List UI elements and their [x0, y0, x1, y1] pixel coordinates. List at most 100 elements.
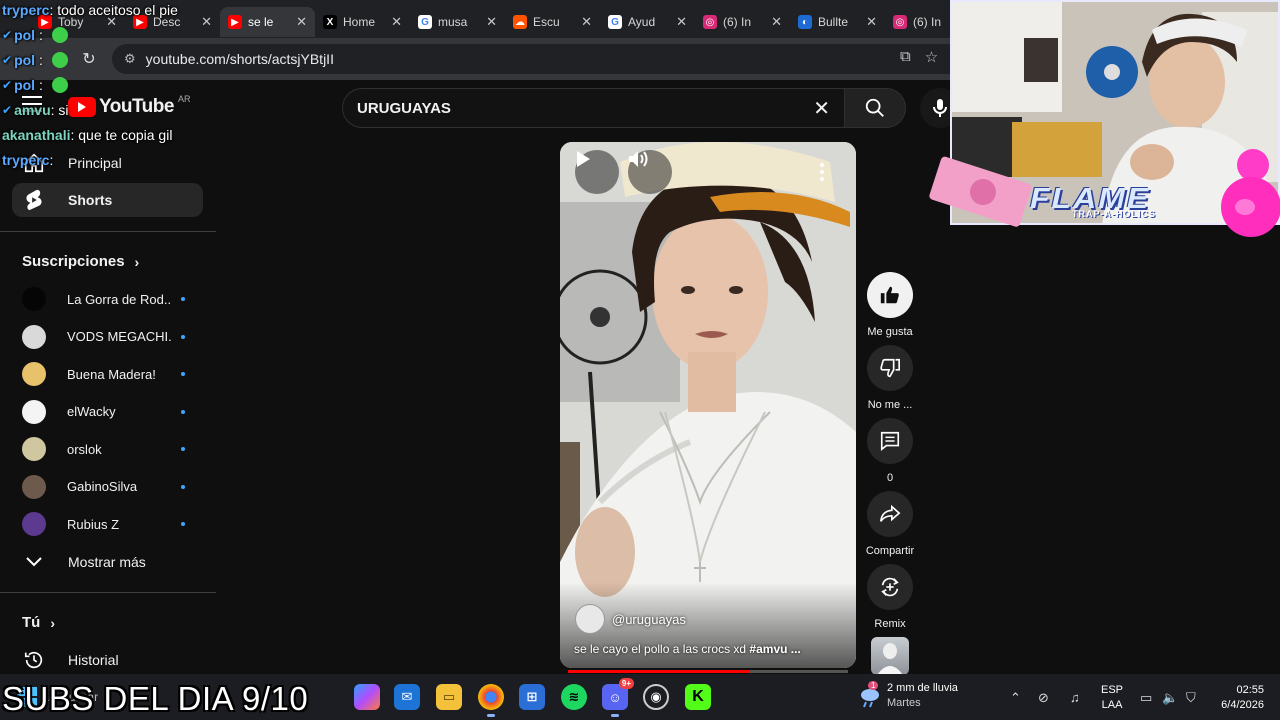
more-options-icon[interactable]	[815, 160, 829, 184]
subscription-item[interactable]: GabinoSilva	[22, 474, 192, 500]
new-content-dot	[181, 372, 185, 376]
channel-info[interactable]: @uruguayas	[575, 604, 686, 634]
youtube-wordmark: YouTube	[99, 96, 174, 117]
chat-text: :	[35, 52, 47, 68]
reload-icon[interactable]: ↻	[75, 45, 103, 73]
address-bar[interactable]: ⚙ youtube.com/shorts/actsjYBtjII	[112, 44, 962, 74]
subscriptions-heading[interactable]: Suscripciones ›	[22, 253, 139, 270]
chat-text: :	[49, 152, 54, 168]
comments-action[interactable]: 0	[862, 418, 918, 484]
channel-avatar[interactable]	[575, 604, 605, 634]
chat-emote-icon	[51, 27, 68, 43]
kick-icon[interactable]: K	[685, 684, 711, 710]
subscription-item[interactable]: elWacky	[22, 399, 192, 425]
display-icon[interactable]: ▭	[1140, 690, 1152, 706]
like-button[interactable]	[867, 272, 913, 318]
volume-tray-icon[interactable]: 🔈	[1162, 690, 1178, 706]
remix-action[interactable]: Remix	[862, 564, 918, 630]
bookmark-star-icon[interactable]: ☆	[925, 48, 938, 66]
show-more-label: Mostrar más	[68, 554, 146, 570]
video-progress-bar[interactable]	[568, 670, 848, 673]
new-content-dot	[181, 522, 185, 526]
file-explorer-icon[interactable]: ▭	[436, 684, 462, 710]
battery-saver-icon[interactable]: ⛉	[1186, 690, 1196, 706]
browser-tab[interactable]: X Home ✕	[315, 7, 410, 37]
tab-close-icon[interactable]: ✕	[296, 14, 307, 30]
chat-username: akanathali	[2, 127, 71, 143]
tab-close-icon[interactable]: ✕	[486, 14, 497, 30]
new-content-dot	[181, 334, 185, 339]
discord-icon[interactable]: ☺ 9+	[602, 678, 634, 717]
new-content-dot	[181, 447, 185, 451]
play-button[interactable]	[575, 150, 619, 194]
chat-message: ✔ amvu: si	[2, 102, 69, 118]
you-heading[interactable]: Tú ›	[22, 614, 55, 631]
remix-icon	[881, 577, 899, 597]
play-icon	[577, 151, 590, 167]
dislike-action[interactable]: No me ...	[862, 345, 918, 411]
search-button[interactable]	[844, 88, 906, 128]
language-code: ESP	[1101, 684, 1124, 696]
short-video-player[interactable]: @uruguayas se le cayo el pollo a las cro…	[560, 142, 856, 668]
subscription-item[interactable]: orslok	[22, 436, 192, 462]
tab-close-icon[interactable]: ✕	[581, 14, 592, 30]
weather-day: Martes	[887, 697, 921, 709]
tab-close-icon[interactable]: ✕	[391, 14, 402, 30]
network-disabled-icon[interactable]: ⊘	[1038, 690, 1049, 706]
caption-hashtag[interactable]: #amvu ...	[749, 642, 800, 656]
volume-button[interactable]	[628, 150, 672, 194]
share-button[interactable]	[867, 491, 913, 537]
channel-avatar	[22, 474, 46, 499]
chat-message: tryperc: todo aceitoso el pie	[2, 2, 178, 18]
browser-tab[interactable]: ▶ se le ✕	[220, 7, 315, 37]
channel-name[interactable]: @uruguayas	[612, 612, 686, 627]
subscription-name: Buena Madera!	[67, 366, 156, 382]
tray-overflow-chevron-icon[interactable]: ⌃	[1010, 690, 1021, 706]
dislike-button[interactable]	[867, 345, 913, 391]
mail-icon[interactable]: ✉	[394, 684, 420, 710]
tab-close-icon[interactable]: ✕	[866, 14, 877, 30]
browser-tab[interactable]: G Ayud ✕	[600, 7, 695, 37]
show-more-button[interactable]: Mostrar más	[12, 545, 203, 579]
sidebar-item-shorts[interactable]: Shorts	[12, 183, 203, 217]
like-action[interactable]: Me gusta	[862, 272, 918, 338]
share-action[interactable]: Compartir	[862, 491, 918, 557]
system-clock[interactable]: 02:55 6/4/2026	[1212, 683, 1264, 713]
tab-close-icon[interactable]: ✕	[201, 14, 212, 30]
tab-close-icon[interactable]: ✕	[676, 14, 687, 30]
microsoft-store-icon[interactable]: ⊞	[519, 684, 545, 710]
history-icon	[22, 648, 46, 672]
browser-tab[interactable]: ◐ Bullte ✕	[790, 7, 885, 37]
browser-tab[interactable]: ◎ (6) In ✕	[695, 7, 790, 37]
subscription-item[interactable]: Buena Madera!	[22, 361, 192, 387]
chrome-icon[interactable]	[478, 684, 504, 717]
subscription-item[interactable]: Rubius Z	[22, 511, 192, 537]
clear-search-icon[interactable]: ✕	[813, 96, 830, 121]
sidebar-divider	[0, 592, 216, 593]
remix-button[interactable]	[867, 564, 913, 610]
audio-source-thumbnail[interactable]	[871, 637, 909, 675]
tab-favicon-icon: ▶	[228, 15, 242, 29]
tab-title: Bullte	[818, 15, 849, 29]
subscriptions-heading-label: Suscripciones	[22, 253, 125, 270]
install-app-icon[interactable]: ⧉	[900, 48, 911, 66]
copilot-icon[interactable]	[354, 684, 380, 710]
tab-close-icon[interactable]: ✕	[771, 14, 782, 30]
search-icon	[865, 98, 884, 117]
comments-button[interactable]	[867, 418, 913, 464]
youtube-logo[interactable]: YouTube AR	[68, 94, 190, 118]
spotify-icon[interactable]: ≋	[561, 684, 587, 710]
search-query: URUGUAYAS	[357, 99, 451, 117]
input-language-indicator[interactable]: ESP LAA	[1101, 683, 1123, 713]
microphone-tray-icon[interactable]: ♫	[1070, 690, 1080, 705]
weather-widget[interactable]: 2 mm de lluvia Martes	[887, 681, 958, 711]
search-input[interactable]: URUGUAYAS ✕	[342, 88, 844, 128]
browser-tab[interactable]: ☁ Escu ✕	[505, 7, 600, 37]
subscription-item[interactable]: VODS MEGACHI...	[22, 324, 192, 350]
browser-tab[interactable]: Gmusa ✕	[410, 7, 505, 37]
sidebar-item-history[interactable]: Historial	[12, 643, 203, 677]
site-settings-icon[interactable]: ⚙	[124, 51, 136, 67]
subscription-name: VODS MEGACHI...	[67, 329, 171, 344]
subscription-item[interactable]: La Gorra de Rod...	[22, 286, 192, 312]
obs-icon[interactable]: ◉	[643, 684, 669, 710]
